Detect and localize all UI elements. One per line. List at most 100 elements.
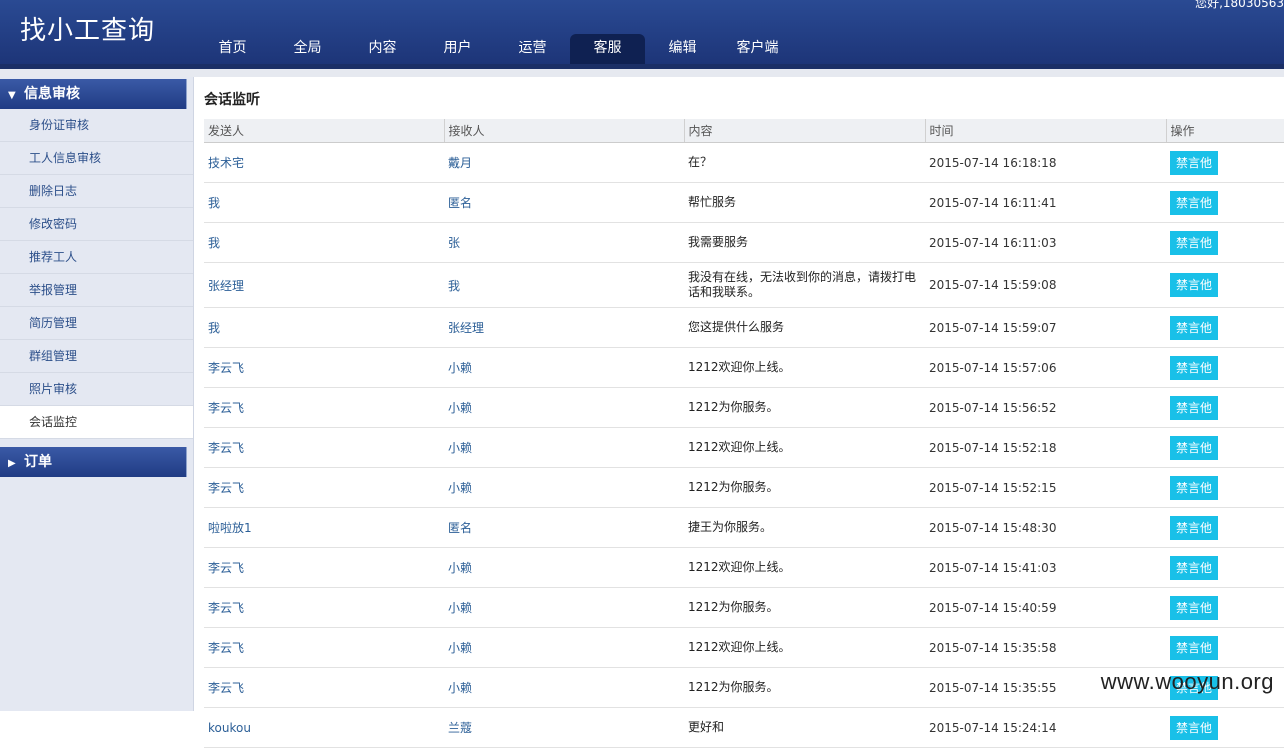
receiver-link[interactable]: 我 (444, 262, 684, 308)
sidebar-item[interactable]: 工人信息审核 (0, 142, 193, 175)
sender-link[interactable]: koukou (204, 707, 444, 748)
mute-button[interactable]: 禁言他 (1170, 150, 1218, 175)
table-row: 张经理我我没有在线，无法收到你的消息，请拨打电话和我联系。 2015-07-14 … (204, 262, 1284, 308)
triangle-right-icon: ▶ (8, 458, 16, 469)
message-time: 2015-07-14 15:52:18 (925, 427, 1166, 468)
receiver-link[interactable]: 小赖 (444, 387, 684, 428)
sidebar-item[interactable]: 身份证审核 (0, 109, 193, 142)
mute-button[interactable]: 禁言他 (1170, 595, 1218, 620)
mute-button[interactable]: 禁言他 (1170, 230, 1218, 255)
chat-monitor-table: 发送人 接收人 内容 时间 操作 技术宅 戴月 在？ 2015-07-14 16:18… (204, 119, 1284, 748)
mute-button[interactable]: 禁言他 (1170, 273, 1218, 297)
action-cell: 禁言他 (1166, 587, 1284, 628)
mute-button[interactable]: 禁言他 (1170, 435, 1218, 460)
table-row: 李云飞 小赖 1212为你服务。 2015-07-14 15:56:52 禁言他 (204, 387, 1284, 428)
table-row: 啦啦放1 匿名 捷王为你服务。 2015-07-14 15:48:30 禁言他 (204, 507, 1284, 548)
sidebar-group-info-review[interactable]: ▼ 信息审核 (0, 79, 187, 109)
message-time: 2015-07-14 15:48:30 (925, 507, 1166, 548)
table-row: koukou 兰蔻 更好和 2015-07-14 15:24:14 禁言他 (204, 707, 1284, 748)
message-content: 我需要服务 (684, 222, 925, 263)
sender-link[interactable]: 李云飞 (204, 347, 444, 388)
triangle-down-icon: ▼ (8, 90, 16, 101)
mute-button[interactable]: 禁言他 (1170, 315, 1218, 340)
message-content: 您这提供什么服务 (684, 307, 925, 348)
message-time: 2015-07-14 15:59:08 (925, 262, 1166, 308)
message-time: 2015-07-14 15:56:52 (925, 387, 1166, 428)
mute-button[interactable]: 禁言他 (1170, 715, 1218, 740)
nav-tab[interactable]: 用户 (420, 34, 495, 64)
sidebar-item[interactable]: 推荐工人 (0, 241, 193, 274)
sidebar-item[interactable]: 删除日志 (0, 175, 193, 208)
message-time: 2015-07-14 15:40:59 (925, 587, 1166, 628)
mute-button[interactable]: 禁言他 (1170, 355, 1218, 380)
receiver-link[interactable]: 小赖 (444, 467, 684, 508)
message-content: 帮忙服务 (684, 182, 925, 223)
sender-link[interactable]: 张经理 (204, 262, 444, 308)
mute-button[interactable]: 禁言他 (1170, 395, 1218, 420)
col-header-time: 时间 (924, 119, 1166, 143)
action-cell: 禁言他 (1166, 347, 1284, 388)
action-cell: 禁言他 (1166, 427, 1284, 468)
sidebar-item[interactable]: 群组管理 (0, 340, 193, 373)
action-cell: 禁言他 (1166, 507, 1284, 548)
sidebar-item[interactable]: 修改密码 (0, 208, 193, 241)
receiver-link[interactable]: 小赖 (444, 587, 684, 628)
receiver-link[interactable]: 兰蔻 (444, 707, 684, 748)
sender-link[interactable]: 李云飞 (204, 547, 444, 588)
nav-tab[interactable]: 全局 (270, 34, 345, 64)
watermark: www.wooyun.org (1100, 669, 1274, 694)
message-content: 我没有在线，无法收到你的消息，请拨打电话和我联系。 (684, 262, 925, 308)
nav-tab[interactable]: 首页 (195, 34, 270, 64)
receiver-link[interactable]: 小赖 (444, 427, 684, 468)
action-cell: 禁言他 (1166, 707, 1284, 748)
receiver-link[interactable]: 张 (444, 222, 684, 263)
action-cell: 禁言他 (1166, 627, 1284, 668)
sidebar-item[interactable]: 会话监控 (0, 406, 193, 439)
sidebar-item[interactable]: 举报管理 (0, 274, 193, 307)
receiver-link[interactable]: 戴月 (444, 142, 684, 183)
sidebar-group-orders[interactable]: ▶ 订单 (0, 447, 187, 477)
nav-tab[interactable]: 内容 (345, 34, 420, 64)
receiver-link[interactable]: 匿名 (444, 182, 684, 223)
table-row: 李云飞 小赖 1212为你服务。 2015-07-14 15:52:15 禁言他 (204, 467, 1284, 508)
mute-button[interactable]: 禁言他 (1170, 475, 1218, 500)
mute-button[interactable]: 禁言他 (1170, 555, 1218, 580)
nav-tab[interactable]: 运营 (495, 34, 570, 64)
sidebar-item[interactable]: 简历管理 (0, 307, 193, 340)
sidebar-item[interactable]: 照片审核 (0, 373, 193, 406)
message-content: 1212欢迎你上线。 (684, 347, 925, 388)
col-header-sender: 发送人 (204, 119, 444, 143)
app-logo: 找小工查询 (20, 16, 156, 46)
sender-link[interactable]: 啦啦放1 (204, 507, 444, 548)
message-content: 更好和 (684, 707, 925, 748)
receiver-link[interactable]: 张经理 (444, 307, 684, 348)
sender-link[interactable]: 我 (204, 222, 444, 263)
mute-button[interactable]: 禁言他 (1170, 635, 1218, 660)
sender-link[interactable]: 李云飞 (204, 467, 444, 508)
sender-link[interactable]: 我 (204, 307, 444, 348)
nav-tab[interactable]: 客服 (570, 34, 645, 64)
receiver-link[interactable]: 小赖 (444, 347, 684, 388)
message-content: 1212欢迎你上线。 (684, 427, 925, 468)
sender-link[interactable]: 李云飞 (204, 627, 444, 668)
sender-link[interactable]: 李云飞 (204, 427, 444, 468)
sender-link[interactable]: 技术宅 (204, 142, 444, 183)
sender-link[interactable]: 李云飞 (204, 667, 444, 708)
mute-button[interactable]: 禁言他 (1170, 190, 1218, 215)
sender-link[interactable]: 李云飞 (204, 587, 444, 628)
receiver-link[interactable]: 小赖 (444, 667, 684, 708)
nav-tab[interactable]: 编辑 (645, 34, 720, 64)
action-cell: 禁言他 (1166, 387, 1284, 428)
receiver-link[interactable]: 小赖 (444, 627, 684, 668)
main-content: 会话监听 发送人 接收人 内容 时间 操作 技术宅 戴月 在？ 2015-07-14 … (194, 77, 1284, 748)
message-content: 1212为你服务。 (684, 467, 925, 508)
nav-tab[interactable]: 客户端 (720, 34, 795, 64)
message-content: 在？ (684, 142, 925, 183)
mute-button[interactable]: 禁言他 (1170, 515, 1218, 540)
sender-link[interactable]: 李云飞 (204, 387, 444, 428)
sender-link[interactable]: 我 (204, 182, 444, 223)
receiver-link[interactable]: 匿名 (444, 507, 684, 548)
message-content: 1212为你服务。 (684, 667, 925, 708)
receiver-link[interactable]: 小赖 (444, 547, 684, 588)
header: 找小工查询 您好,18030563 首页 全局 内容 用户 运营 客服 编辑 客户端 (0, 0, 1284, 64)
